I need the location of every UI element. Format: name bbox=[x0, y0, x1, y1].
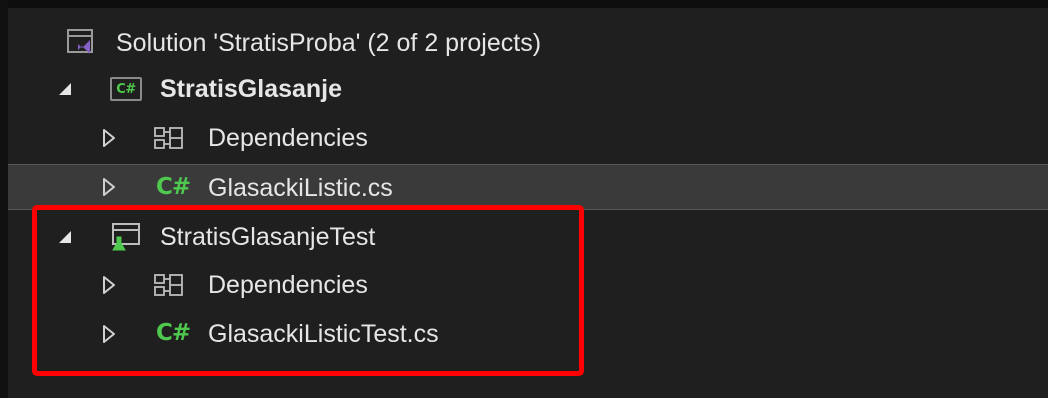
project-label: StratisGlasanjeTest bbox=[160, 223, 376, 251]
solution-explorer-tree: Solution 'StratisProba' (2 of 2 projects… bbox=[8, 8, 1048, 398]
top-divider bbox=[0, 0, 1048, 8]
left-divider bbox=[0, 0, 8, 398]
csharp-project-icon: C# bbox=[110, 77, 142, 101]
tree-item-dependencies[interactable]: Dependencies bbox=[8, 115, 1048, 161]
tree-item-glasackilistic-cs[interactable]: C# GlasackiListic.cs bbox=[8, 164, 1048, 210]
project-node-stratisglasanjetest[interactable]: StratisGlasanjeTest bbox=[8, 214, 1048, 260]
test-project-icon bbox=[108, 221, 142, 253]
collapsed-triangle-icon[interactable] bbox=[100, 178, 118, 196]
project-node-stratisglasanje[interactable]: C# StratisGlasanje bbox=[8, 66, 1048, 112]
collapsed-triangle-icon[interactable] bbox=[100, 325, 118, 343]
solution-label: Solution 'StratisProba' (2 of 2 projects… bbox=[116, 29, 542, 57]
collapsed-triangle-icon[interactable] bbox=[100, 129, 118, 147]
csharp-file-icon: C# bbox=[156, 320, 191, 346]
dependencies-icon bbox=[152, 272, 186, 298]
tree-item-label: GlasackiListic.cs bbox=[208, 174, 393, 202]
solution-icon bbox=[64, 27, 96, 59]
project-label: StratisGlasanje bbox=[160, 75, 343, 103]
expanded-triangle-icon[interactable] bbox=[56, 80, 74, 98]
tree-item-dependencies[interactable]: Dependencies bbox=[8, 262, 1048, 308]
expanded-triangle-icon[interactable] bbox=[56, 228, 74, 246]
tree-item-label: Dependencies bbox=[208, 271, 368, 299]
tree-item-label: GlasackiListicTest.cs bbox=[208, 320, 439, 348]
dependencies-icon bbox=[152, 125, 186, 151]
tree-item-glasackilistictest-cs[interactable]: C# GlasackiListicTest.cs bbox=[8, 311, 1048, 357]
tree-item-label: Dependencies bbox=[208, 124, 368, 152]
collapsed-triangle-icon[interactable] bbox=[100, 276, 118, 294]
solution-node[interactable]: Solution 'StratisProba' (2 of 2 projects… bbox=[8, 20, 1048, 66]
csharp-file-icon: C# bbox=[156, 174, 191, 200]
